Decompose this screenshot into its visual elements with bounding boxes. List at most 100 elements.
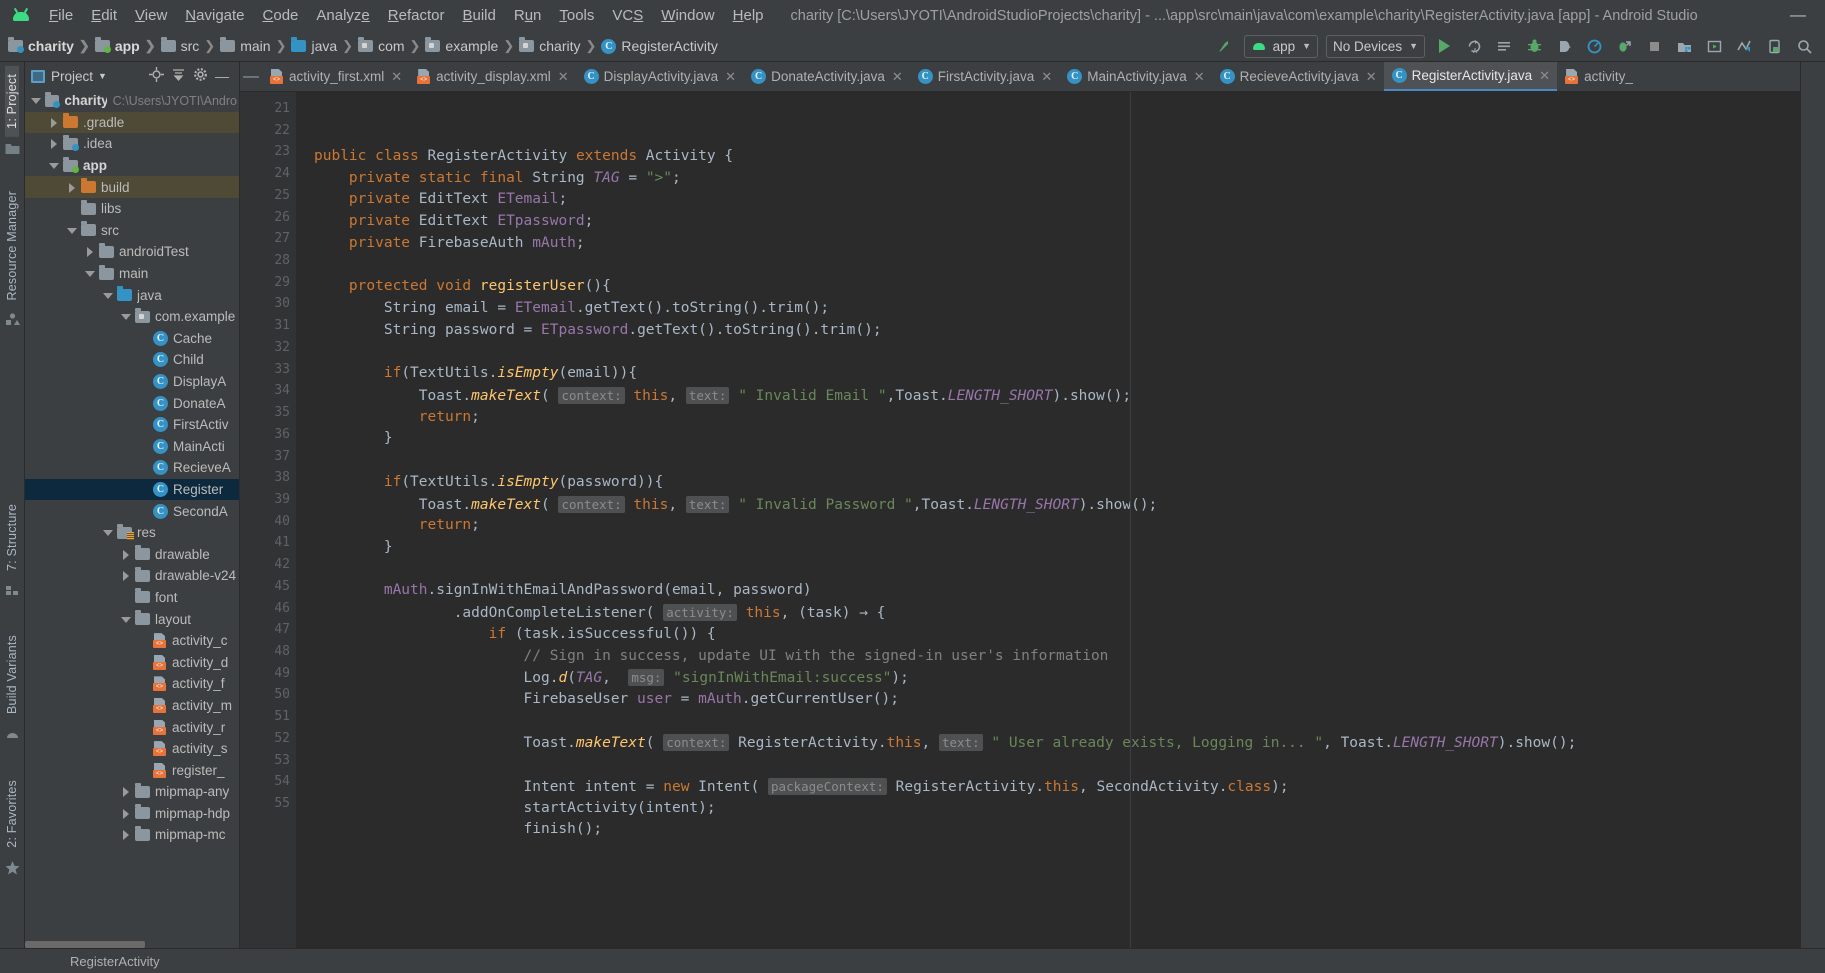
tool-tab-favorites[interactable]: 2: Favorites <box>5 772 19 856</box>
code-line[interactable]: mAuth.signInWithEmailAndPassword(email, … <box>296 580 1800 602</box>
code-line[interactable] <box>296 255 1800 277</box>
tree-item[interactable]: app <box>25 155 239 177</box>
gutter-line[interactable]: 22 <box>240 120 296 142</box>
tree-toggle-arrow-icon[interactable] <box>67 225 78 236</box>
gutter-line[interactable]: 51 <box>240 706 296 728</box>
close-tab-icon[interactable]: ✕ <box>892 69 903 85</box>
menu-code[interactable]: Code <box>254 4 308 27</box>
minimize-button[interactable]: — <box>1781 7 1815 25</box>
editor-gutter[interactable]: 21<> 22 23 24 25 26 27 28 29 30 31 32 33 34 35 36 37 38 39… <box>240 92 318 948</box>
tree-item[interactable]: C Register <box>25 478 239 501</box>
breadcrumb-src[interactable]: src ❯ <box>160 37 221 54</box>
tree-item[interactable]: <> activity_d <box>25 651 239 673</box>
breadcrumb-com[interactable]: com ❯ <box>358 37 425 54</box>
run-configuration-selector[interactable]: app ▼ <box>1243 34 1319 58</box>
menu-run[interactable]: Run <box>505 4 551 27</box>
tree-toggle-arrow-icon[interactable] <box>67 182 78 193</box>
device-file-explorer-icon[interactable] <box>1760 34 1788 58</box>
tree-item[interactable]: <> activity_f <box>25 673 239 695</box>
apply-changes-icon[interactable]: A <box>1460 34 1488 58</box>
hide-tabs-icon[interactable]: — <box>240 62 262 91</box>
tree-item[interactable]: C SecondA <box>25 500 239 522</box>
code-line[interactable] <box>296 841 1800 863</box>
attach-debugger-icon[interactable] <box>1550 34 1578 58</box>
tree-toggle-arrow-icon[interactable] <box>121 786 132 798</box>
menu-window[interactable]: Window <box>652 4 723 27</box>
gutter-line[interactable]: 50 <box>240 684 296 706</box>
code-line[interactable]: } <box>296 428 1800 450</box>
tree-toggle-arrow-icon[interactable] <box>31 95 42 106</box>
breadcrumb-charity-pkg[interactable]: charity ❯ <box>519 37 601 54</box>
project-files-icon[interactable] <box>5 142 20 160</box>
device-selector[interactable]: No Devices ▼ <box>1326 34 1425 58</box>
code-line[interactable]: Intent intent = new Intent( packageConte… <box>296 776 1800 798</box>
code-line[interactable]: public class RegisterActivity extends Ac… <box>296 146 1800 168</box>
gutter-line[interactable]: 23 <box>240 141 296 163</box>
close-tab-icon[interactable]: ✕ <box>1194 69 1205 85</box>
menu-analyze[interactable]: Analyze <box>307 4 378 27</box>
code-line[interactable]: finish(); <box>296 819 1800 841</box>
code-line[interactable] <box>296 559 1800 581</box>
code-line[interactable]: Toast.makeText( context: RegisterActivit… <box>296 732 1800 754</box>
tree-toggle-arrow-icon[interactable] <box>103 290 114 301</box>
tree-toggle-arrow-icon[interactable] <box>121 311 132 322</box>
gutter-line[interactable]: 36 <box>240 424 308 446</box>
tree-toggle-arrow-icon[interactable] <box>121 570 132 582</box>
menu-vcs[interactable]: VCS <box>603 4 652 27</box>
project-view-selector[interactable]: Project ▼ <box>31 69 107 84</box>
attach-debugger-android-icon[interactable] <box>1610 34 1638 58</box>
sdk-manager-icon[interactable] <box>1670 34 1698 58</box>
gutter-line[interactable]: 40 <box>240 511 296 533</box>
resource-manager-icon[interactable] <box>5 313 20 331</box>
close-tab-icon[interactable]: ✕ <box>558 69 569 85</box>
gutter-line[interactable]: 33 <box>240 359 296 381</box>
breadcrumb-java[interactable]: java ❯ <box>291 37 358 54</box>
gutter-line[interactable]: 29 <box>240 272 296 294</box>
tree-toggle-arrow-icon[interactable] <box>121 808 132 819</box>
code-line[interactable]: Toast.makeText( context: this, text: " I… <box>296 494 1800 516</box>
collapse-all-icon[interactable] <box>167 67 189 85</box>
gutter-line[interactable]: 31 <box>240 315 308 337</box>
tool-tab-structure[interactable]: 7: Structure <box>5 496 19 579</box>
gutter-line[interactable]: 32 <box>240 337 296 359</box>
tree-item[interactable]: <> activity_c <box>25 630 239 652</box>
breadcrumb-example[interactable]: example ❯ <box>425 37 519 54</box>
gear-icon[interactable] <box>189 67 211 85</box>
gutter-line[interactable]: 54 <box>240 771 296 793</box>
search-icon[interactable] <box>1790 34 1818 58</box>
menu-help[interactable]: Help <box>724 4 773 27</box>
menu-file[interactable]: File <box>40 4 82 27</box>
gutter-line[interactable]: 28 <box>240 250 296 272</box>
apply-code-changes-icon[interactable] <box>1490 34 1518 58</box>
tree-item[interactable]: drawable-v24 <box>25 565 239 587</box>
code-line[interactable]: if(TextUtils.isEmpty(password)){ <box>296 472 1800 494</box>
gutter-line[interactable]: 45 <box>240 576 308 598</box>
make-project-icon[interactable] <box>1211 34 1239 58</box>
close-tab-icon[interactable]: ✕ <box>391 69 402 85</box>
tree-item[interactable]: <> activity_s <box>25 738 239 760</box>
tree-item[interactable]: <> register_ <box>25 759 239 781</box>
tree-toggle-arrow-icon[interactable] <box>85 268 96 279</box>
close-tab-icon[interactable]: ✕ <box>1539 68 1550 84</box>
gutter-line[interactable]: 35 <box>240 402 296 424</box>
tree-toggle-arrow-icon[interactable] <box>103 527 114 538</box>
code-line[interactable] <box>296 754 1800 776</box>
gutter-line[interactable]: 52 <box>240 728 296 750</box>
tree-item[interactable]: com.example <box>25 306 239 328</box>
tree-item[interactable]: mipmap-hdp <box>25 803 239 825</box>
code-line[interactable]: Toast.makeText( context: this, text: " I… <box>296 385 1800 407</box>
code-line[interactable]: String password = ETpassword.getText().t… <box>296 320 1800 342</box>
tree-item[interactable]: mipmap-any <box>25 781 239 803</box>
tree-item[interactable]: C DisplayA <box>25 371 239 393</box>
editor-tab[interactable]: C FirstActivity.java ✕ <box>910 62 1059 91</box>
gutter-line[interactable]: 24 <box>240 163 296 185</box>
menu-view[interactable]: View <box>126 4 176 27</box>
layout-inspector-icon[interactable] <box>1730 34 1758 58</box>
editor-tab[interactable]: <> activity_display.xml ✕ <box>409 62 575 91</box>
gutter-line[interactable]: 38 <box>240 467 296 489</box>
code-line[interactable]: if(TextUtils.isEmpty(email)){ <box>296 363 1800 385</box>
tree-toggle-arrow-icon[interactable] <box>121 829 132 841</box>
breadcrumb-main[interactable]: main ❯ <box>220 37 291 54</box>
code-line[interactable]: String email = ETemail.getText().toStrin… <box>296 298 1800 320</box>
project-tree[interactable]: charity C:\Users\JYOTI\Andro .gradle .idea a… <box>25 90 239 948</box>
